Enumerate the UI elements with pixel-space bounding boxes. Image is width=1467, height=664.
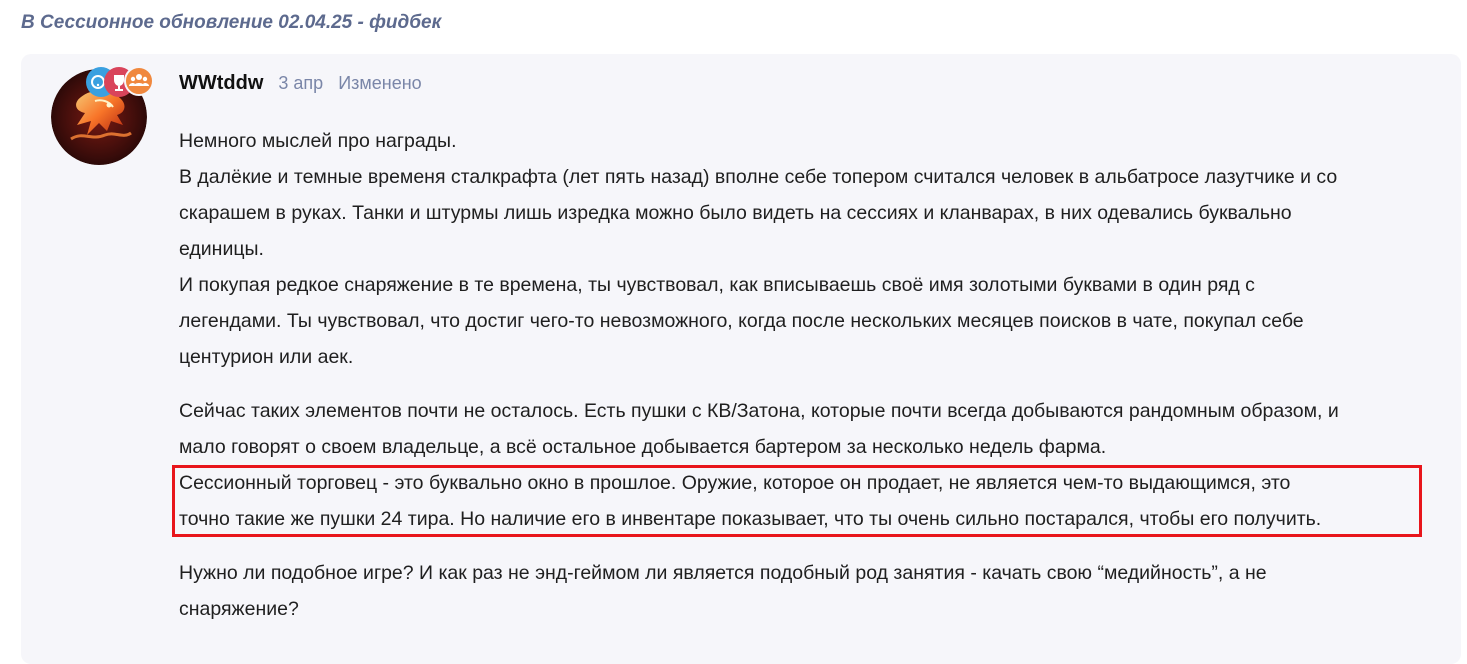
post-line: легендами. Ты чувствовал, что достиг чег…: [179, 310, 1304, 332]
breadcrumb-prefix: В: [21, 12, 35, 33]
post-line: снаряжение?: [179, 598, 299, 620]
edited-indicator[interactable]: Изменено: [338, 73, 421, 94]
post-line: В далёкие и темные временя сталкрафта (л…: [179, 166, 1338, 188]
post-line: единицы.: [179, 238, 264, 260]
group-badge-icon[interactable]: [124, 66, 154, 96]
post-line: Сейчас таких элементов почти не осталось…: [179, 400, 1339, 422]
post-line: Нужно ли подобное игре? И как раз не энд…: [179, 562, 1267, 584]
post-line: скарашем в руках. Танки и штурмы лишь из…: [179, 202, 1292, 224]
post-header: WWtddw 3 апр Изменено: [179, 72, 422, 98]
post-line: И покупая редкое снаряжение в те времена…: [179, 274, 1255, 296]
breadcrumb[interactable]: В Сессионное обновление 02.04.25 - фидбе…: [21, 12, 441, 34]
post-line: мало говорят о своем владельце, а всё ос…: [179, 436, 1107, 458]
breadcrumb-topic-link[interactable]: Сессионное обновление 02.04.25 - фидбек: [40, 12, 441, 33]
post-line: Немного мыслей про награды.: [179, 130, 457, 152]
post-line: точно такие же пушки 24 тира. Но наличие…: [179, 508, 1322, 530]
post-body: Немного мыслей про награды. В далёкие и …: [179, 123, 1429, 627]
post-line: центурион или аек.: [179, 346, 354, 368]
author-name[interactable]: WWtddw: [179, 72, 263, 95]
post-date[interactable]: 3 апр: [278, 73, 323, 94]
post-line: Сессионный торговец - это буквально окно…: [179, 472, 1291, 494]
